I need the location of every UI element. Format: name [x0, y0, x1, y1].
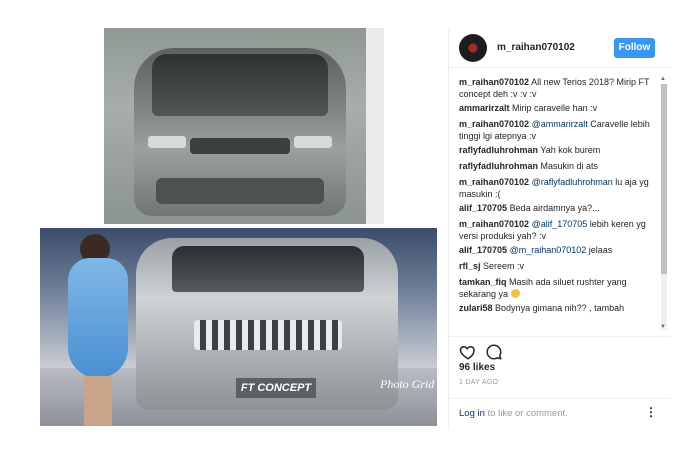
list-item: alif_170705 @m_raihan070102 jelaas	[459, 244, 657, 256]
comment-username[interactable]: m_raihan070102	[459, 219, 529, 229]
login-link[interactable]: Log in	[459, 408, 485, 419]
comments-scrollbar[interactable]	[661, 84, 667, 330]
car-grille	[190, 138, 290, 154]
list-item: raflyfadluhrohman Masukin di ats	[459, 160, 657, 172]
heart-icon[interactable]	[459, 343, 477, 361]
comment-username[interactable]: raflyfadluhrohman	[459, 145, 538, 155]
comment-text: Masukin di ats	[540, 161, 599, 171]
car-bumper	[156, 178, 324, 204]
headlamp-right	[294, 136, 332, 148]
smile-emoji-icon	[510, 289, 520, 298]
list-item: m_raihan070102 All new Terios 2018? Miri…	[459, 76, 657, 100]
model-dress	[68, 258, 128, 378]
more-options-icon[interactable]: ⋮	[645, 405, 657, 419]
comment-mention[interactable]: @ammarirzalt	[532, 119, 588, 129]
headlamp-left	[148, 136, 186, 148]
comment-username[interactable]: tamkan_fiq	[459, 277, 507, 287]
list-item: raflyfadluhrohman Yah kok burem	[459, 144, 657, 156]
comment-username[interactable]: alif_170705	[459, 203, 507, 213]
comment-mention[interactable]: @raflyfadluhrohman	[532, 177, 613, 187]
comment-username[interactable]: ammarirzalt	[459, 103, 510, 113]
list-item: zulari58 Bodynya gimana nih?? , tambah	[459, 302, 657, 314]
scroll-down-icon[interactable]: ▼	[660, 324, 666, 330]
list-item: m_raihan070102 @raflyfadluhrohman lu aja…	[459, 176, 657, 200]
list-item: tamkan_fiq Masih ada siluet rushter yang…	[459, 276, 657, 300]
list-item: ammarirzalt Mirip caravelle han :v	[459, 102, 657, 114]
suv-windshield	[172, 246, 364, 292]
comment-username[interactable]: rfl_sj	[459, 261, 481, 271]
list-item: m_raihan070102 @alif_170705 lebih keren …	[459, 218, 657, 242]
post-panel: m_raihan070102 Follow m_raihan070102 All…	[448, 28, 671, 430]
car-sketch-photo	[104, 28, 384, 224]
comment-username[interactable]: alif_170705	[459, 245, 507, 255]
login-rest-text: to like or comment.	[484, 408, 568, 419]
header-username[interactable]: m_raihan070102	[497, 42, 575, 53]
comment-username[interactable]: m_raihan070102	[459, 119, 529, 129]
comment-username[interactable]: raflyfadluhrohman	[459, 161, 538, 171]
comment-text: jelaas	[588, 245, 613, 255]
comment-username[interactable]: zulari58	[459, 303, 493, 313]
comment-mention[interactable]: @m_raihan070102	[510, 245, 587, 255]
list-item: alif_170705 Beda airdamnya ya?...	[459, 202, 657, 214]
likes-count[interactable]: 96 likes	[459, 362, 495, 373]
scrollbar-thumb[interactable]	[661, 84, 667, 274]
ft-concept-photo: FT CONCEPT Photo Grid	[40, 228, 437, 426]
scroll-up-icon[interactable]: ▲	[660, 76, 666, 82]
model-legs	[84, 376, 112, 426]
list-item: rfl_sj Sereem :v	[459, 260, 657, 272]
photo-grid-watermark: Photo Grid	[380, 377, 435, 391]
suv-grille	[194, 320, 342, 350]
login-prompt: Log in to like or comment.	[459, 408, 568, 419]
comment-text: Yah kok burem	[540, 145, 601, 155]
post-header: m_raihan070102 Follow	[449, 28, 671, 68]
photo-border	[366, 28, 384, 224]
follow-button[interactable]: Follow	[614, 38, 655, 58]
comment-text: Mirip caravelle han :v	[512, 103, 598, 113]
license-plate: FT CONCEPT	[236, 378, 316, 398]
comment-icon[interactable]	[485, 343, 503, 361]
comment-list: m_raihan070102 All new Terios 2018? Miri…	[449, 76, 671, 332]
comment-text: Beda airdamnya ya?...	[509, 203, 600, 213]
post-timestamp: 1 DAY AGO	[459, 379, 499, 386]
comment-text: Bodynya gimana nih?? , tambah	[495, 303, 625, 313]
comment-mention[interactable]: @alif_170705	[532, 219, 588, 229]
comment-username[interactable]: m_raihan070102	[459, 77, 529, 87]
list-item: m_raihan070102 @ammarirzalt Caravelle le…	[459, 118, 657, 142]
comment-username[interactable]: m_raihan070102	[459, 177, 529, 187]
comment-text: Sereem :v	[483, 261, 525, 271]
login-bar: Log in to like or comment. ⋮	[449, 398, 671, 428]
car-windshield	[152, 54, 328, 116]
avatar[interactable]	[459, 34, 487, 62]
post-image[interactable]: FT CONCEPT Photo Grid	[0, 0, 448, 456]
